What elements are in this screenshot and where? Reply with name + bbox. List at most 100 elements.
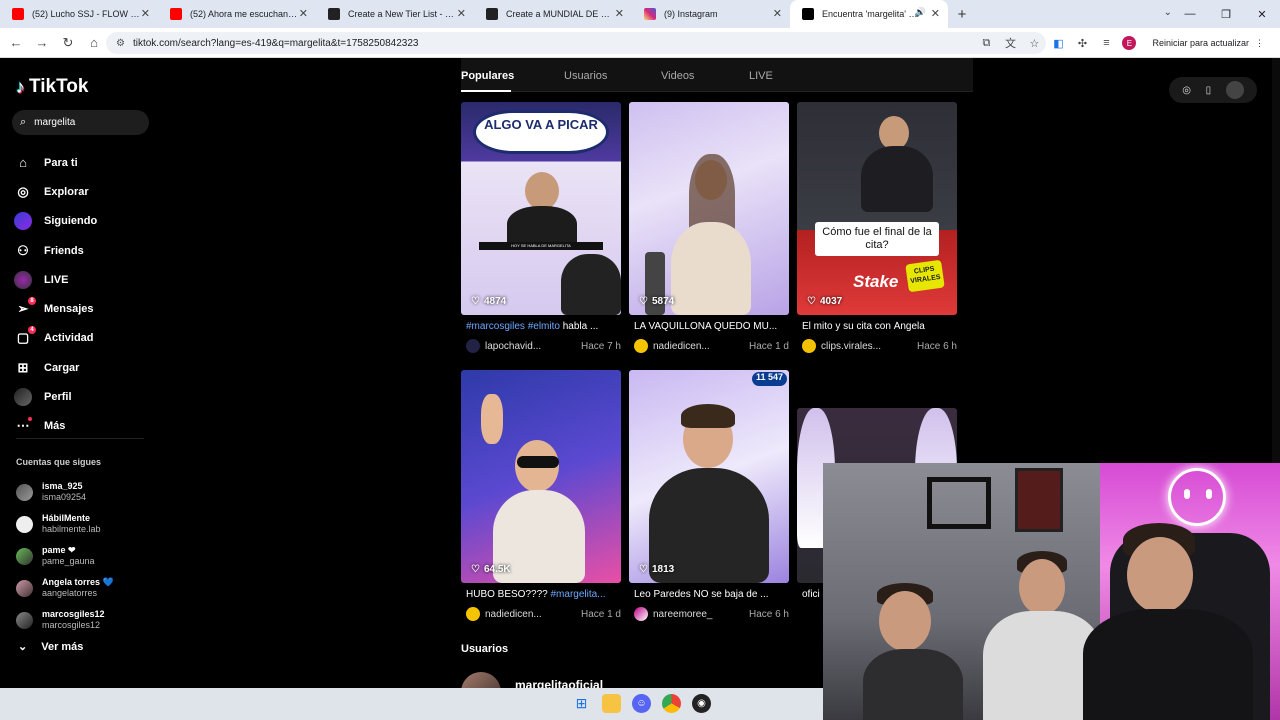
avatar[interactable] <box>802 339 816 353</box>
video-caption[interactable]: Leo Paredes NO se baja de ... <box>634 589 789 600</box>
speaker-icon[interactable]: 🔊 <box>915 7 926 18</box>
thumbnail-badge: CLIPS VIRALES <box>905 259 945 293</box>
browser-tab-3[interactable]: Create a New Tier List - TierMaker ✕ <box>316 0 474 28</box>
bookmark-star-icon[interactable]: ☆ <box>1026 34 1042 52</box>
avatar[interactable] <box>466 607 480 621</box>
file-explorer-icon[interactable] <box>602 694 621 713</box>
caption-text: ofici <box>802 589 820 600</box>
video-author[interactable]: nareemoree_ <box>653 609 737 620</box>
video-author[interactable]: clips.virales... <box>821 341 905 352</box>
like-value: 1813 <box>651 564 675 575</box>
media-icon[interactable]: ≡ <box>1098 34 1114 52</box>
video-thumbnail[interactable]: Cómo fue el final de la cita? Stake CLIP… <box>797 102 957 315</box>
close-icon[interactable]: ✕ <box>931 7 940 20</box>
following-item[interactable]: Angela torres 💙 aangelatorres <box>16 572 114 604</box>
video-caption[interactable]: El mito y su cita con Ángela <box>802 321 957 332</box>
following-item[interactable]: pame ❤ pame_gauna <box>16 540 114 572</box>
close-icon[interactable]: ✕ <box>299 7 308 20</box>
video-thumbnail[interactable]: ♡ 64.5K <box>461 370 621 583</box>
cast-icon[interactable]: ⧉ <box>978 34 994 52</box>
avatar[interactable] <box>634 339 648 353</box>
caption-hashtags[interactable]: #margelita... <box>550 589 605 600</box>
tab-label: Create a MUNDIAL DE LA BURG <box>506 9 614 19</box>
following-item[interactable]: marcosgiles12 marcosgiles12 <box>16 604 114 636</box>
browser-tab-2[interactable]: (52) Ahora me escuchan mejor ✕ <box>158 0 316 28</box>
home-icon: ⌂ <box>19 155 27 171</box>
phone-icon[interactable]: ▯ <box>1206 85 1212 96</box>
translate-icon[interactable]: 文 <box>1002 34 1018 52</box>
chrome-icon[interactable] <box>662 694 681 713</box>
users-section-title: Usuarios <box>461 643 509 655</box>
search-input[interactable]: ⌕ margelita <box>12 110 149 135</box>
back-button[interactable]: ← <box>4 31 28 55</box>
tab-usuarios[interactable]: Usuarios <box>564 70 607 82</box>
like-count: ♡ 4037 <box>807 296 842 307</box>
following-item[interactable]: HábilMente habilmente.lab <box>16 508 114 540</box>
video-thumbnail[interactable]: 11 547 ♡ 1813 <box>629 370 789 583</box>
minimize-button[interactable]: — <box>1172 0 1208 28</box>
tab-search-icon[interactable]: ⌄ <box>1164 7 1172 18</box>
close-icon[interactable]: ✕ <box>615 7 624 20</box>
tab-videos[interactable]: Videos <box>661 70 694 82</box>
search-tabs: Populares Usuarios Videos LIVE <box>461 58 973 92</box>
address-bar[interactable]: ⚙ tiktok.com/search?lang=es-419&q=margel… <box>106 32 1046 54</box>
video-author[interactable]: lapochavid... <box>485 341 569 352</box>
more-icon: ⋯ <box>14 417 32 435</box>
video-caption[interactable]: HUBO BESO???? #margelita... <box>466 589 621 600</box>
video-author[interactable]: nadiedicen... <box>653 341 737 352</box>
caption-text: LA VAQUILLONA QUEDÓ MU... <box>634 321 778 332</box>
nav-mensajes[interactable]: ➢ 8 Mensajes <box>14 294 97 323</box>
obs-icon[interactable]: ◉ <box>692 694 711 713</box>
nav-actividad[interactable]: ▢ 4 Actividad <box>14 324 97 353</box>
nav-cargar[interactable]: ⊞ Cargar <box>14 353 97 382</box>
close-icon[interactable]: ✕ <box>773 7 782 20</box>
video-caption[interactable]: #marcosgiles #elmito habla ... <box>466 321 621 332</box>
close-icon[interactable]: ✕ <box>141 7 150 20</box>
video-author[interactable]: nadiedicen... <box>485 609 569 620</box>
sidebar-divider <box>16 438 144 439</box>
nav-perfil[interactable]: Perfil <box>14 382 97 411</box>
nav-para-ti[interactable]: ⌂ Para ti <box>14 148 97 177</box>
forward-button[interactable]: → <box>30 31 54 55</box>
thumbnail-counter: 11 547 <box>751 372 787 386</box>
reload-button[interactable]: ↻ <box>56 31 80 55</box>
thumbnail-sunglasses <box>517 456 559 468</box>
tab-live[interactable]: LIVE <box>749 70 773 82</box>
new-tab-button[interactable]: + <box>948 0 976 28</box>
nav-siguiendo[interactable]: Siguiendo <box>14 207 97 236</box>
caption-hashtags[interactable]: #marcosgiles #elmito <box>466 321 560 332</box>
browser-tab-6-active[interactable]: Encuentra 'margelita' en TikTok 🔊 ✕ <box>790 0 948 28</box>
following-item[interactable]: isma_925 isma09254 <box>16 476 114 508</box>
tiktok-logo[interactable]: ♪ TikTok <box>16 76 88 98</box>
discord-icon[interactable]: ☺ <box>632 694 651 713</box>
profile-avatar[interactable] <box>1225 81 1244 99</box>
nav-live[interactable]: LIVE <box>14 265 97 294</box>
nav-mas[interactable]: ⋯ Más <box>14 412 97 441</box>
browser-tab-1[interactable]: (52) Lucho SSJ - FLOW HP (VIDEO ✕ <box>0 0 158 28</box>
browser-tab-5[interactable]: (9) Instagram ✕ <box>632 0 790 28</box>
profile-avatar[interactable]: E <box>1122 36 1137 50</box>
windows-start-icon[interactable]: ⊞ <box>572 694 591 713</box>
video-caption[interactable]: LA VAQUILLONA QUEDÓ MU... <box>634 321 789 332</box>
browser-tab-4[interactable]: Create a MUNDIAL DE LA BURG ✕ <box>474 0 632 28</box>
extension-icon[interactable]: ◧ <box>1050 34 1066 52</box>
video-thumbnail[interactable]: ALGO VA A PICAR HOY SE HABLA DE MARGELIT… <box>461 102 621 315</box>
close-window-button[interactable]: ✕ <box>1244 0 1280 28</box>
home-button[interactable]: ⌂ <box>82 31 106 55</box>
maximize-button[interactable]: ❐ <box>1208 0 1244 28</box>
avatar[interactable] <box>466 339 480 353</box>
tab-populares[interactable]: Populares <box>461 70 514 82</box>
instagram-icon <box>644 8 656 20</box>
video-thumbnail[interactable]: ♡ 5874 <box>629 102 789 315</box>
see-more-button[interactable]: ⌄ Ver más <box>18 640 83 654</box>
nav-friends[interactable]: ⚇ Friends <box>14 236 97 265</box>
nav-explorar[interactable]: ◎ Explorar <box>14 177 97 206</box>
compass-icon[interactable]: ◎ <box>1182 85 1191 96</box>
kebab-menu-icon[interactable]: ⋮ <box>1255 38 1264 49</box>
webcam-person-left <box>863 583 973 720</box>
close-icon[interactable]: ✕ <box>457 7 466 20</box>
puzzle-icon[interactable]: ✣ <box>1074 34 1090 52</box>
avatar[interactable] <box>634 607 648 621</box>
update-button[interactable]: Reiniciar para actualizar ⋮ <box>1144 33 1272 53</box>
site-info-icon[interactable]: ⚙ <box>116 38 125 49</box>
